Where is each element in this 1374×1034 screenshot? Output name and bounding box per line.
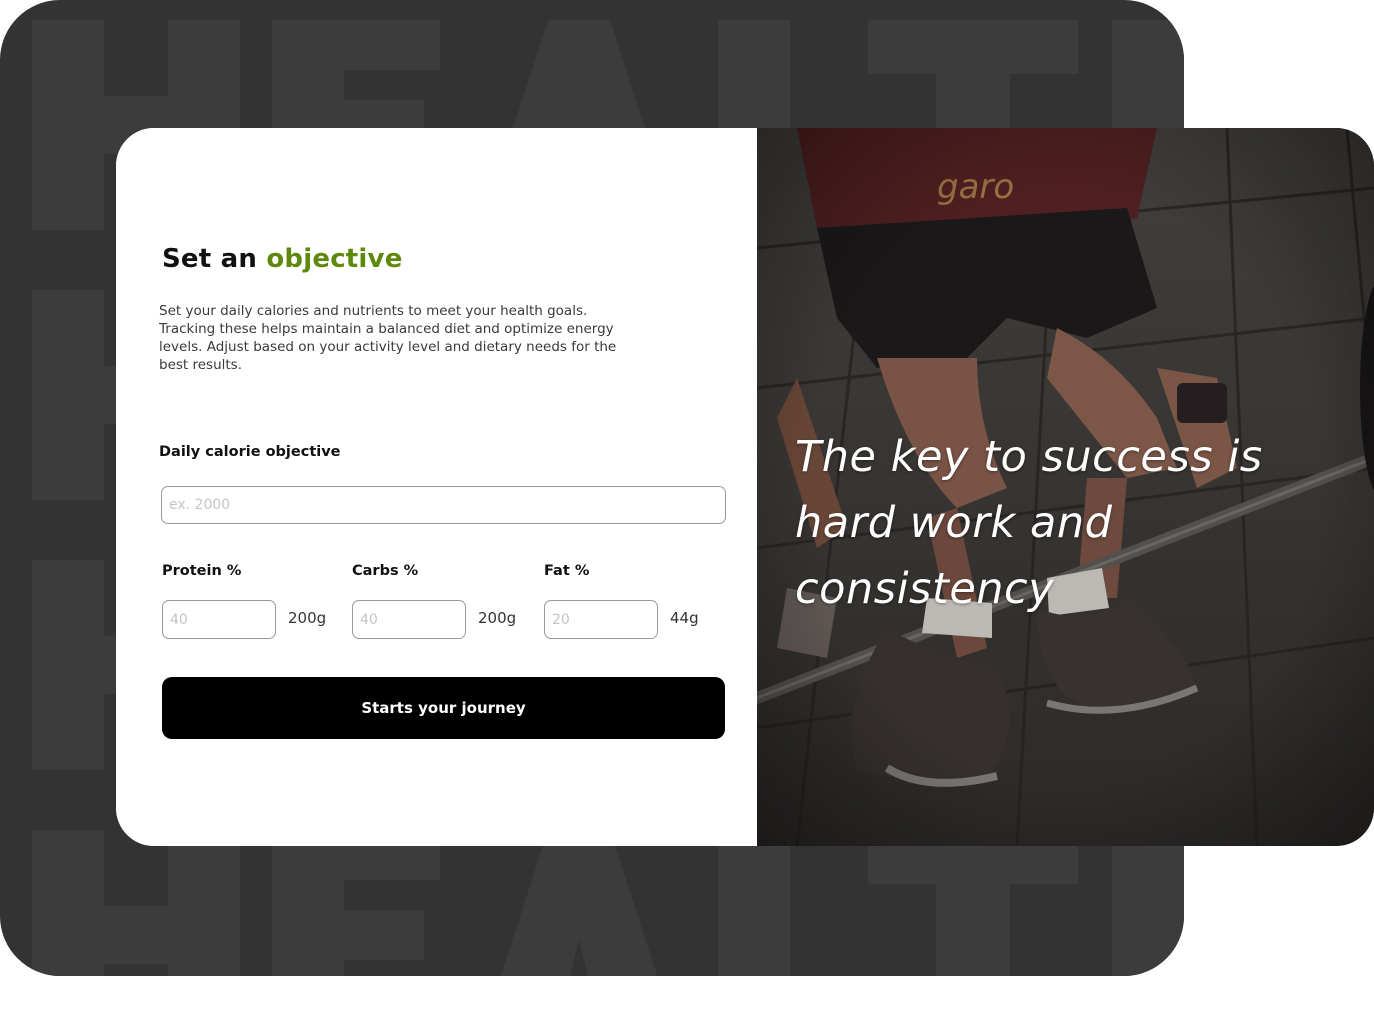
objective-card: Set an objective Set your daily calories…	[116, 128, 1374, 846]
calorie-input[interactable]	[161, 486, 726, 524]
carbs-grams: 200g	[478, 609, 517, 627]
fat-grams: 44g	[670, 609, 699, 627]
motivational-quote: The key to success is hard work and cons…	[795, 432, 1263, 614]
title-prefix: Set an	[162, 244, 258, 274]
page-title: Set an objective	[162, 244, 403, 274]
carbs-label: Carbs %	[352, 563, 419, 579]
calorie-label: Daily calorie objective	[159, 444, 341, 460]
carbs-input[interactable]	[352, 600, 466, 639]
form-pane: Set an objective Set your daily calories…	[116, 128, 757, 846]
protein-grams: 200g	[288, 609, 327, 627]
protein-label: Protein %	[162, 563, 242, 579]
fat-label: Fat %	[544, 563, 590, 579]
start-journey-button[interactable]: Starts your journey	[162, 677, 725, 739]
hero-image: garo	[757, 128, 1374, 846]
description-text: Set your daily calories and nutrients to…	[159, 303, 617, 373]
protein-input[interactable]	[162, 600, 276, 639]
fat-input[interactable]	[544, 600, 658, 639]
title-accent: objective	[266, 244, 403, 274]
